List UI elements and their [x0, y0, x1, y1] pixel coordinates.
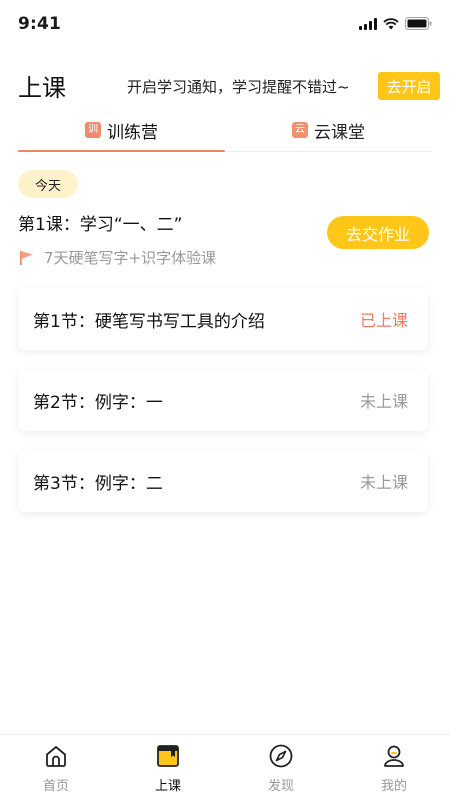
section-title: 第2节：例字：一: [33, 392, 163, 413]
section-card-2[interactable]: 第2节：例字：一 未上课: [18, 369, 428, 431]
active-tab-indicator: [18, 150, 225, 152]
course-book-icon: [155, 743, 181, 769]
signal-icon: [359, 17, 377, 30]
course-name: 7天硬笔写字+识字体验课: [44, 249, 217, 267]
tab-bar: 训 训练营 云 云课堂: [18, 108, 432, 152]
today-chip: 今天: [18, 170, 78, 198]
status-icons: [359, 17, 432, 30]
tab-cloud-class-badge: 云: [292, 122, 308, 138]
tab-cloud-class-label: 云课堂: [314, 122, 365, 143]
tab-training-camp-label: 训练营: [107, 122, 158, 143]
bottom-nav: 首页 上课 发现 我的: [0, 734, 450, 800]
status-bar: 9:41: [0, 0, 450, 50]
battery-icon: [405, 17, 432, 30]
section-title: 第1节：硬笔写书写工具的介绍: [33, 311, 265, 332]
nav-profile-label: 我的: [380, 779, 407, 794]
enable-notification-button[interactable]: 去开启: [378, 72, 440, 100]
nav-discover[interactable]: 发现: [225, 743, 337, 797]
nav-profile[interactable]: 我的: [338, 743, 450, 797]
section-status: 未上课: [359, 392, 408, 411]
wifi-icon: [383, 17, 399, 29]
nav-course-label: 上课: [154, 779, 181, 794]
section-status: 已上课: [359, 311, 408, 330]
header: 上课 开启学习通知，学习提醒不错过~ 去开启: [0, 66, 450, 106]
section-card-3[interactable]: 第3节：例字：二 未上课: [18, 450, 428, 512]
flag-icon: [20, 250, 33, 265]
compass-icon: [268, 743, 294, 769]
nav-course[interactable]: 上课: [112, 743, 224, 797]
profile-icon: [381, 743, 407, 769]
tab-training-camp[interactable]: 训 训练营: [18, 108, 225, 152]
nav-home[interactable]: 首页: [0, 743, 112, 797]
page-title: 上课: [18, 74, 66, 102]
tab-cloud-class[interactable]: 云 云课堂: [225, 108, 432, 152]
submit-homework-button[interactable]: 去交作业: [327, 216, 429, 249]
status-time: 9:41: [18, 14, 62, 34]
section-card-1[interactable]: 第1节：硬笔写书写工具的介绍 已上课: [18, 288, 428, 350]
nav-home-label: 首页: [42, 779, 69, 794]
notification-prompt: 开启学习通知，学习提醒不错过~: [127, 78, 350, 96]
course-name-row: 7天硬笔写字+识字体验课: [18, 247, 216, 268]
lesson-title: 第1课：学习“一、二”: [18, 215, 183, 235]
nav-discover-label: 发现: [267, 779, 294, 794]
section-status: 未上课: [359, 473, 408, 492]
home-icon: [43, 743, 69, 769]
section-title: 第3节：例字：二: [33, 473, 163, 494]
tab-training-camp-badge: 训: [85, 122, 101, 138]
